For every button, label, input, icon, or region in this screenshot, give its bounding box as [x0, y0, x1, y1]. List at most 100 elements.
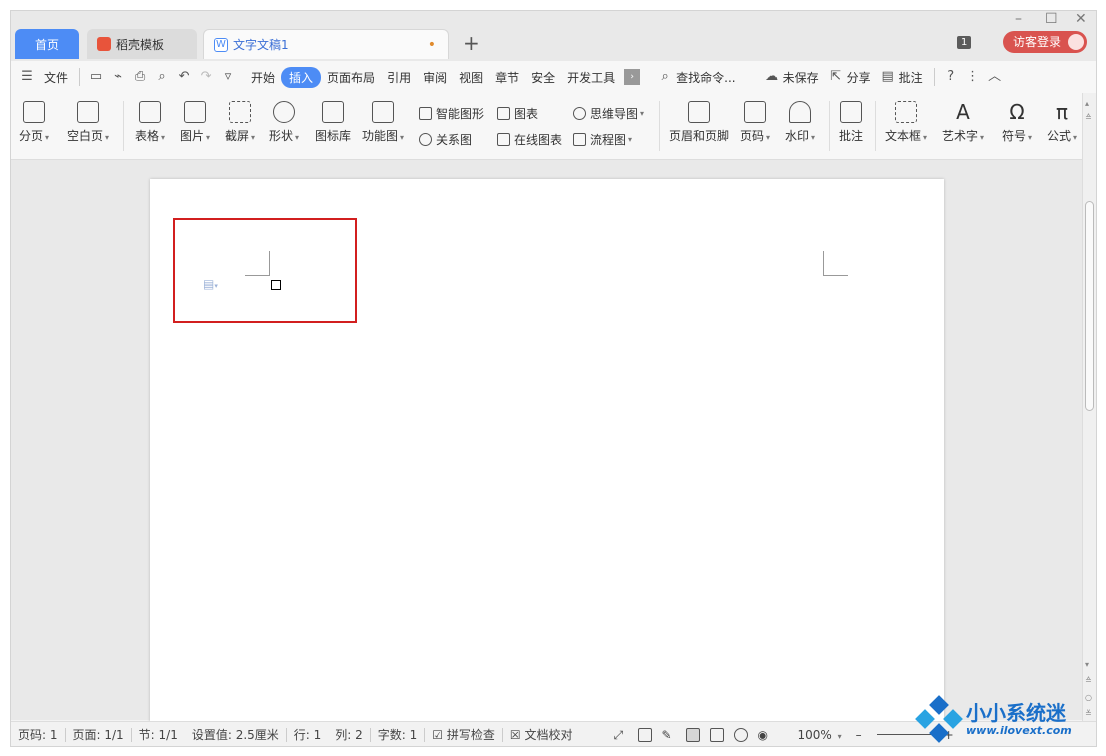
web-view-icon[interactable] [733, 727, 748, 742]
online-chart-button[interactable]: 在线图表 [497, 131, 562, 148]
word-art-button[interactable]: A 艺术字 ▾ [942, 101, 984, 144]
status-row[interactable]: 行: 1 [287, 726, 329, 743]
menu-view[interactable]: 视图 [453, 69, 489, 86]
menu-file[interactable]: 文件 [38, 69, 74, 86]
undo-icon[interactable]: ↶ [176, 69, 192, 85]
function-chart-button[interactable]: 功能图 ▾ [362, 101, 404, 144]
relation-chart-button[interactable]: 关系图 [419, 131, 472, 148]
zoom-level[interactable]: 100% ▾ [791, 728, 849, 742]
status-word-count[interactable]: 字数: 1 [371, 726, 425, 743]
guest-login-button[interactable]: 访客登录 [1003, 31, 1088, 53]
menu-developer[interactable]: 开发工具 [561, 69, 621, 86]
status-section[interactable]: 节: 1/1 [132, 726, 185, 743]
next-page-down-icon[interactable]: ≚ [1085, 709, 1092, 718]
flow-chart-icon [573, 133, 586, 146]
screenshot-button[interactable]: 截屏 ▾ [225, 101, 255, 144]
menu-chapter[interactable]: 章节 [489, 69, 525, 86]
print-icon[interactable]: ⎙ [132, 69, 148, 85]
menu-security[interactable]: 安全 [525, 69, 561, 86]
page-break-button[interactable]: 分页 ▾ [19, 101, 49, 144]
help-icon[interactable]: ? [943, 69, 959, 85]
comment-button[interactable]: 批注 [839, 101, 863, 144]
status-page-number[interactable]: 页码: 1 [11, 726, 65, 743]
close-button[interactable]: ✕ [1075, 11, 1087, 27]
hamburger-icon[interactable]: ☰ [19, 69, 35, 85]
shape-button[interactable]: 形状 ▾ [269, 101, 299, 144]
text-box-icon [895, 101, 918, 123]
fullscreen-icon[interactable]: ⤢ [614, 728, 628, 742]
word-doc-icon: W [214, 37, 228, 52]
menu-insert[interactable]: 插入 [281, 66, 322, 88]
new-tab-button[interactable]: + [463, 31, 480, 55]
symbol-button[interactable]: Ω 符号 ▾ [1002, 101, 1032, 144]
eye-protection-icon[interactable]: ◉ [758, 728, 772, 742]
prev-page-icon[interactable]: ≙ [1085, 113, 1092, 122]
save-icon[interactable]: ▭ [88, 69, 104, 85]
spell-check-toggle[interactable]: ☑ 拼写检查 [425, 726, 502, 743]
menu-start[interactable]: 开始 [245, 69, 281, 86]
maximize-button[interactable]: ☐ [1045, 11, 1058, 27]
more-icon[interactable]: ⋮ [965, 69, 981, 85]
divider [875, 101, 876, 151]
comment-icon [840, 101, 862, 123]
chart-button[interactable]: 图表 [497, 105, 538, 122]
tab-document[interactable]: W 文字文稿1 • [203, 29, 449, 59]
scroll-up-icon[interactable]: ▴ [1085, 99, 1089, 108]
text-box-button[interactable]: 文本框 ▾ [885, 101, 927, 144]
outline-view-icon[interactable] [709, 727, 724, 742]
status-setting[interactable]: 设置值: 2.5厘米 [185, 726, 286, 743]
comment-menu[interactable]: 批注 [899, 69, 929, 86]
mind-map-button[interactable]: 思维导图 ▾ [573, 105, 644, 122]
window-count-badge[interactable]: 1 [957, 36, 972, 49]
divider [933, 68, 935, 86]
table-button[interactable]: 表格 ▾ [135, 101, 165, 144]
customize-chevron-icon[interactable]: ▿ [220, 69, 236, 85]
scroll-down-icon[interactable]: ▾ [1085, 660, 1089, 669]
page-number-icon [744, 101, 767, 123]
doc-proofread-button[interactable]: ☒ 文档校对 [503, 726, 580, 743]
picture-icon [184, 101, 207, 123]
menu-scroll-right-icon[interactable]: › [624, 69, 641, 85]
select-browse-object-icon[interactable]: ○ [1085, 693, 1092, 702]
redo-icon[interactable]: ↷ [198, 69, 214, 85]
minimize-button[interactable]: – [1015, 11, 1022, 27]
tab-template[interactable]: 稻壳模板 [87, 29, 197, 59]
header-footer-button[interactable]: 页眉和页脚 [669, 101, 729, 144]
page-view-icon[interactable] [685, 727, 700, 742]
unsaved-status[interactable]: 未保存 [783, 69, 825, 86]
blank-page-button[interactable]: 空白页 ▾ [67, 101, 109, 144]
formula-button[interactable]: π 公式 ▾ [1047, 101, 1077, 144]
document-canvas[interactable]: ▤▾ [11, 160, 1082, 739]
print-preview-icon[interactable]: ⌕ [154, 69, 170, 85]
scroll-thumb[interactable] [1085, 201, 1094, 411]
command-search[interactable]: 查找命令... [676, 69, 741, 86]
watermark-button[interactable]: 水印 ▾ [785, 101, 815, 144]
zoom-out-button[interactable]: – [849, 728, 869, 742]
word-art-label: 艺术字 [942, 129, 979, 143]
watermark-label: 水印 [785, 129, 810, 143]
blank-page-icon [77, 101, 100, 123]
status-col[interactable]: 列: 2 [328, 726, 370, 743]
proofread-icon: ☒ [509, 728, 521, 742]
pen-icon[interactable]: ✎ [662, 728, 676, 742]
divider [829, 101, 830, 151]
vertical-scrollbar[interactable]: ▴ ≙ ▾ ≙ ○ ≚ [1082, 93, 1096, 723]
page-number-button[interactable]: 页码 ▾ [740, 101, 770, 144]
reading-mode-icon[interactable] [637, 727, 652, 742]
status-pages[interactable]: 页面: 1/1 [66, 726, 131, 743]
icon-library-button[interactable]: 图标库 [315, 101, 351, 144]
share-button[interactable]: 分享 [847, 69, 877, 86]
diamond-logo-icon [915, 695, 963, 743]
next-page-icon[interactable]: ≙ [1085, 676, 1092, 685]
page-break-label: 分页 [19, 129, 44, 143]
smart-art-button[interactable]: 智能图形 [419, 105, 484, 122]
menu-review[interactable]: 审阅 [417, 69, 453, 86]
flow-chart-button[interactable]: 流程图 ▾ [573, 131, 632, 148]
format-painter-icon[interactable]: ⌁ [110, 69, 126, 85]
menu-reference[interactable]: 引用 [381, 69, 417, 86]
menu-page-layout[interactable]: 页面布局 [321, 69, 381, 86]
tab-home[interactable]: 首页 [15, 29, 79, 59]
collapse-ribbon-icon[interactable]: ︿ [987, 69, 1003, 85]
picture-button[interactable]: 图片 ▾ [180, 101, 210, 144]
word-art-icon: A [956, 100, 970, 124]
